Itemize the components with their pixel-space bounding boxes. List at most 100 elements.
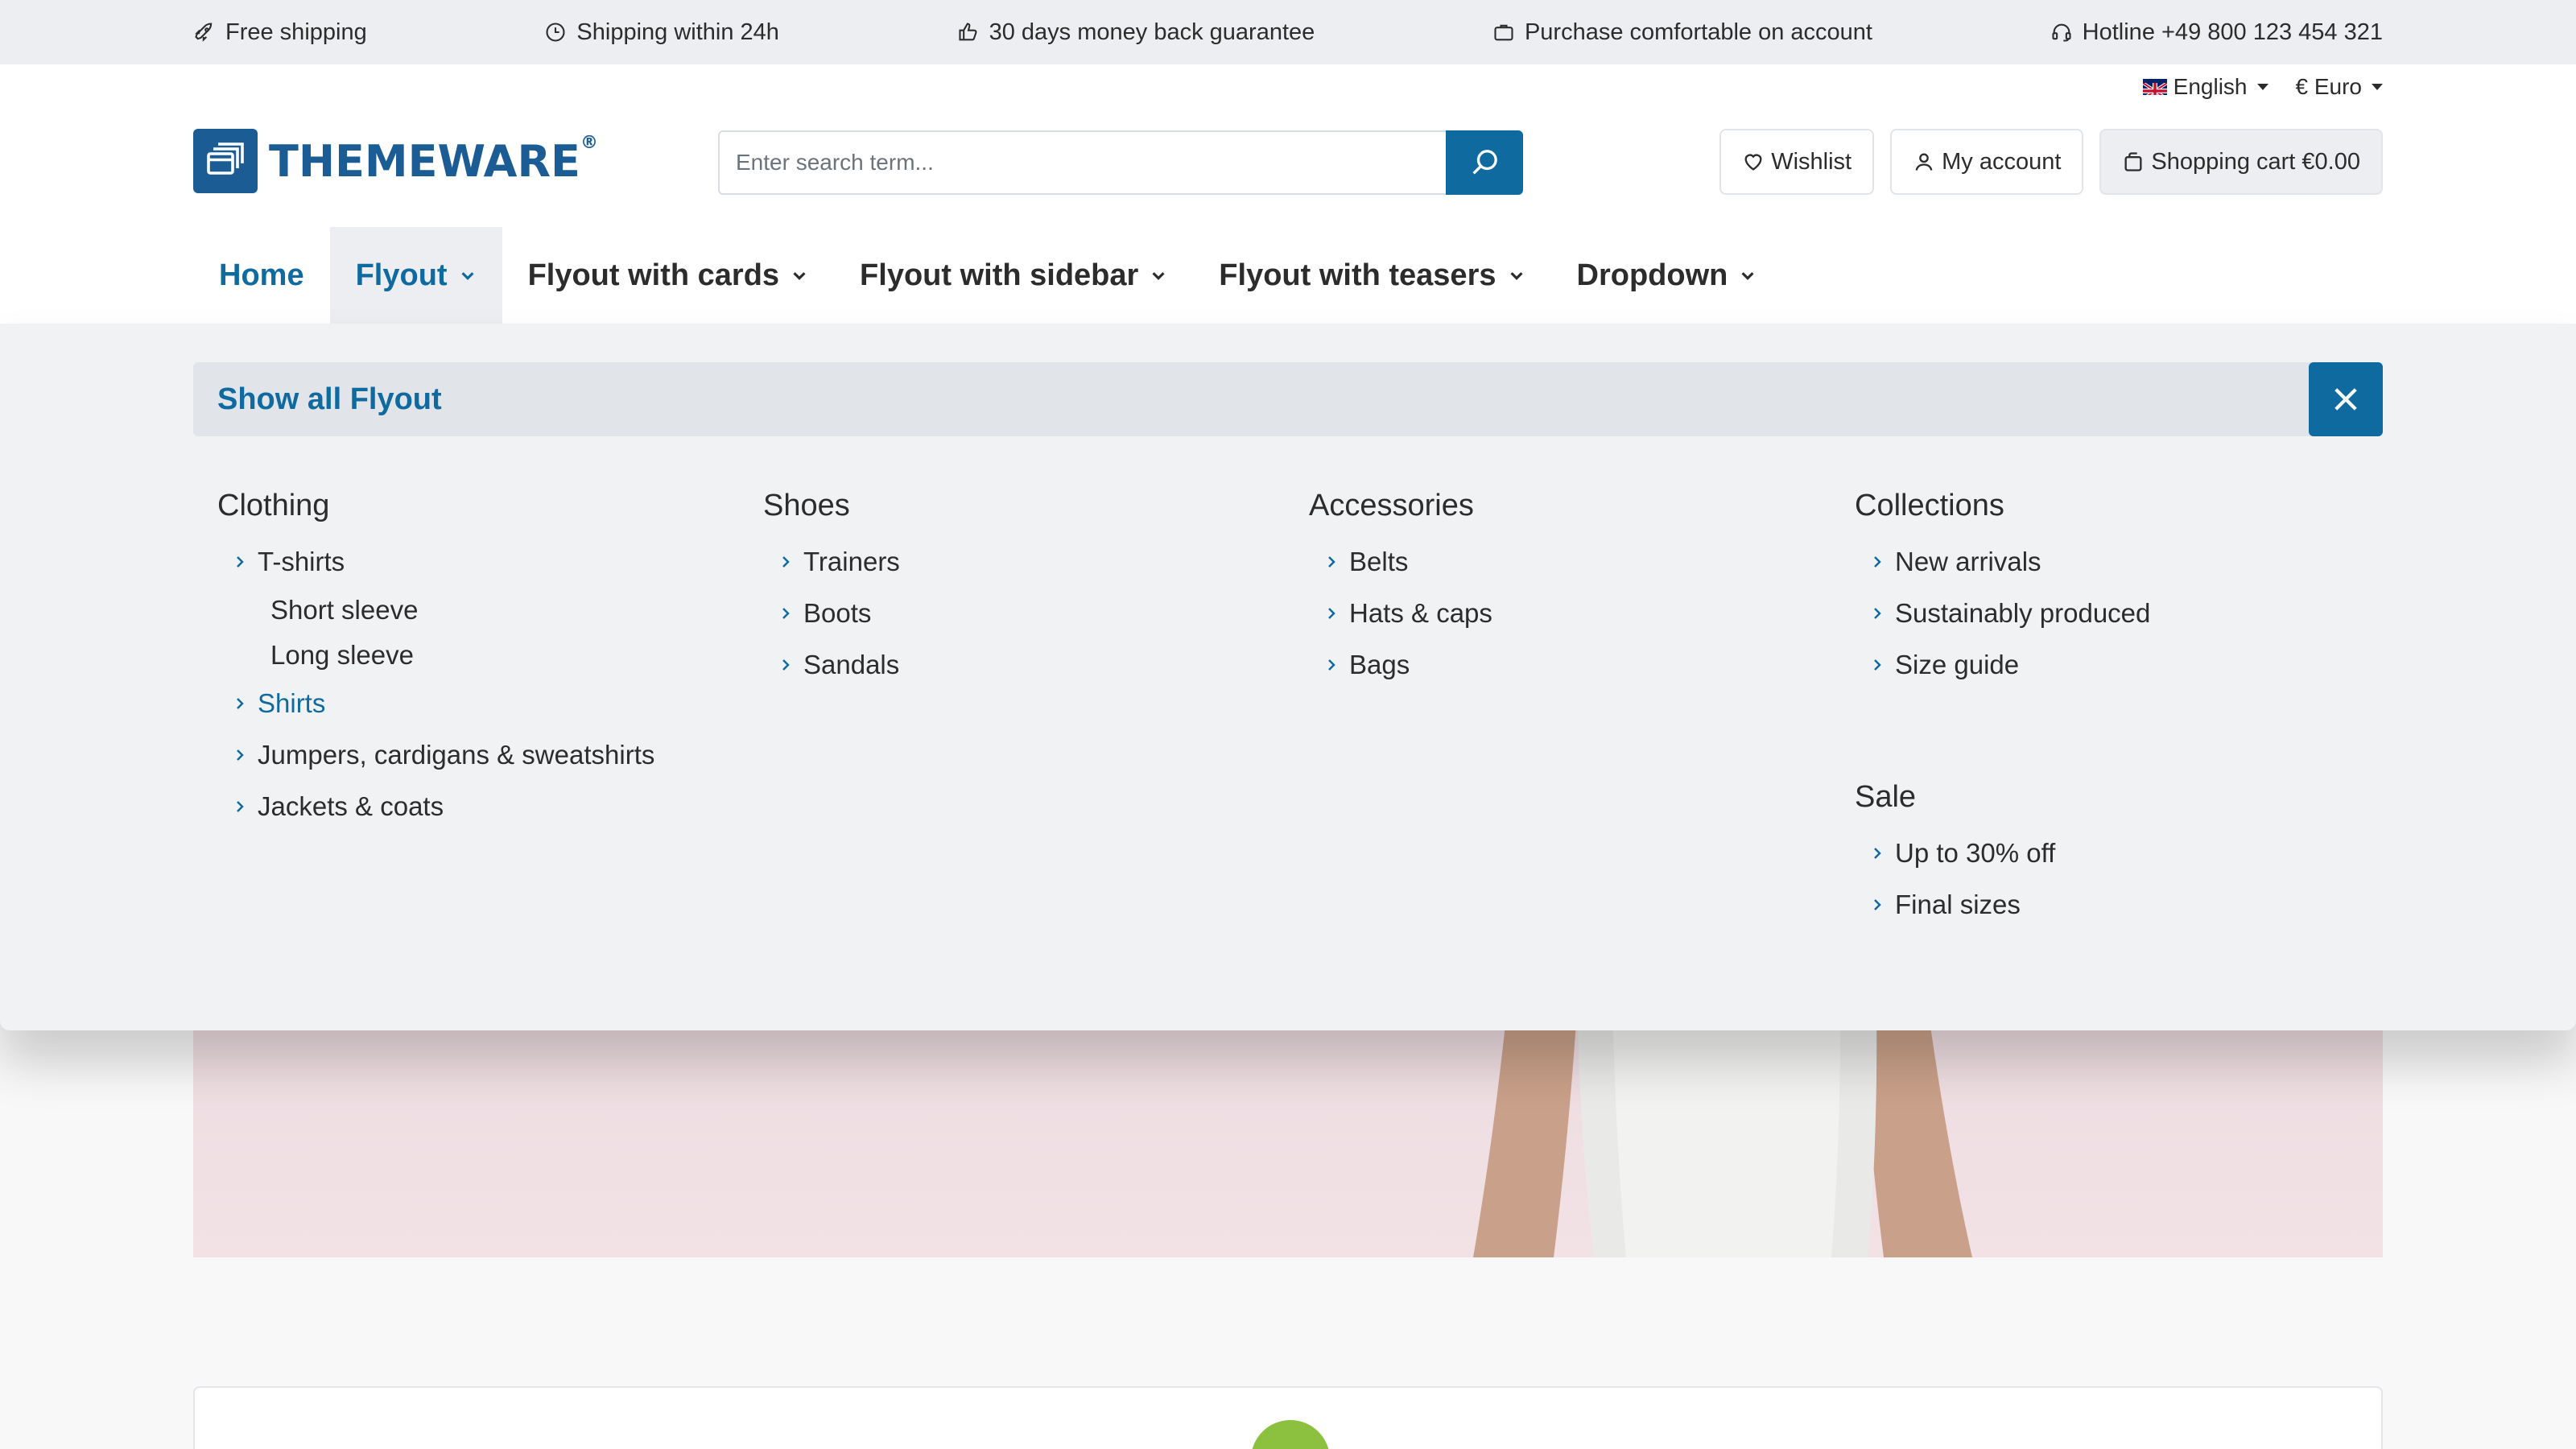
category-title[interactable]: Shoes bbox=[763, 485, 1278, 526]
category-title[interactable]: Collections bbox=[1855, 485, 2370, 526]
chevron-right-icon bbox=[1874, 848, 1881, 859]
sub-list-item[interactable]: Long sleeve bbox=[217, 633, 733, 678]
list-item[interactable]: Hats & caps bbox=[1309, 588, 1824, 639]
chevron-right-icon bbox=[1874, 556, 1881, 568]
list-item-label: Sustainably produced bbox=[1895, 598, 2151, 628]
show-all-link[interactable]: Show all Flyout bbox=[217, 382, 442, 417]
chevron-right-icon bbox=[1874, 659, 1881, 671]
list-item-label: Belts bbox=[1349, 547, 1409, 576]
list-item[interactable]: Shirts bbox=[217, 678, 733, 729]
category-title[interactable]: Clothing bbox=[217, 485, 733, 526]
search-icon bbox=[1472, 150, 1497, 175]
nav-label: Dropdown bbox=[1576, 258, 1728, 292]
usp-item-shipping-24h: Shipping within 24h bbox=[544, 19, 779, 46]
briefcase-icon bbox=[1494, 24, 1513, 41]
list-item[interactable]: Boots bbox=[763, 588, 1278, 639]
rocket-icon bbox=[195, 23, 213, 42]
caret-down-icon bbox=[2256, 84, 2268, 90]
usp-label: Shipping within 24h bbox=[576, 19, 779, 45]
logo-icon bbox=[193, 129, 258, 193]
headset-icon bbox=[2052, 23, 2071, 42]
list-item-label: New arrivals bbox=[1895, 547, 2041, 576]
chevron-down-icon bbox=[793, 272, 806, 280]
nav-item-home[interactable]: Home bbox=[193, 227, 330, 324]
nav-item-flyout[interactable]: Flyout bbox=[329, 227, 502, 324]
shopping-bag-icon bbox=[2124, 152, 2142, 171]
search-input[interactable] bbox=[718, 130, 1446, 195]
usp-label: Free shipping bbox=[225, 19, 367, 45]
usp-label: 30 days money back guarantee bbox=[989, 19, 1315, 45]
header: English € Euro THEMEWARE® Wishlist bbox=[0, 64, 2576, 324]
nav-item-flyout-teasers[interactable]: Flyout with teasers bbox=[1193, 227, 1550, 324]
list-item[interactable]: Final sizes bbox=[1855, 879, 2370, 931]
list-item[interactable]: Jumpers, cardigans & sweatshirts bbox=[217, 729, 733, 781]
sub-list-item[interactable]: Short sleeve bbox=[217, 588, 733, 633]
my-account-label: My account bbox=[1942, 148, 2062, 175]
search-bar bbox=[718, 130, 1523, 195]
list-item-label: Shirts bbox=[258, 688, 326, 718]
content-card bbox=[193, 1386, 2383, 1449]
chevron-right-icon bbox=[237, 749, 244, 761]
nav-label: Home bbox=[219, 258, 304, 292]
list-item[interactable]: Bags bbox=[1309, 639, 1824, 691]
nav-label: Flyout with cards bbox=[527, 258, 780, 292]
list-item-label: Final sizes bbox=[1895, 890, 2021, 919]
badge-icon bbox=[1251, 1420, 1330, 1449]
list-item[interactable]: Sustainably produced bbox=[1855, 588, 2370, 639]
chevron-right-icon bbox=[237, 556, 244, 568]
main-nav: Home Flyout Flyout with cards Flyout wit… bbox=[193, 227, 1782, 324]
chevron-right-icon bbox=[1874, 899, 1881, 910]
list-item-label: Boots bbox=[803, 598, 872, 628]
search-button[interactable] bbox=[1446, 130, 1523, 195]
usp-label: Purchase comfortable on account bbox=[1524, 19, 1872, 45]
language-selector[interactable]: English bbox=[2142, 74, 2268, 100]
list-item-label: Sandals bbox=[803, 650, 900, 679]
list-item-label: Up to 30% off bbox=[1895, 838, 2056, 868]
list-item[interactable]: Sandals bbox=[763, 639, 1278, 691]
usp-bar: Free shipping Shipping within 24h 30 day… bbox=[0, 0, 2576, 64]
category-title[interactable]: Accessories bbox=[1309, 485, 1824, 526]
category-title[interactable]: Sale bbox=[1855, 776, 2370, 818]
usp-item-account-purchase: Purchase comfortable on account bbox=[1492, 19, 1872, 46]
list-item[interactable]: Size guide bbox=[1855, 639, 2370, 691]
flyout-column-collections: Collections New arrivals Sustainably pro… bbox=[1855, 485, 2370, 691]
flyout-panel: Show all Flyout Clothing T-shirts Short … bbox=[0, 324, 2576, 1030]
nav-label: Flyout bbox=[355, 258, 448, 292]
nav-item-dropdown[interactable]: Dropdown bbox=[1551, 227, 1783, 324]
list-item[interactable]: T-shirts bbox=[217, 536, 733, 588]
currency-selector[interactable]: € Euro bbox=[2296, 74, 2383, 100]
usp-item-hotline: Hotline +49 800 123 454 321 bbox=[2050, 19, 2383, 46]
close-button[interactable] bbox=[2309, 362, 2383, 436]
list-item-label: Jackets & coats bbox=[258, 791, 444, 821]
list-item[interactable]: Trainers bbox=[763, 536, 1278, 588]
flyout-column-accessories: Accessories Belts Hats & caps Bags bbox=[1309, 485, 1824, 691]
nav-label: Flyout with sidebar bbox=[860, 258, 1139, 292]
close-icon bbox=[2334, 388, 2357, 411]
list-item[interactable]: Belts bbox=[1309, 536, 1824, 588]
list-item[interactable]: Jackets & coats bbox=[217, 781, 733, 832]
chevron-down-icon bbox=[1152, 272, 1165, 280]
header-actions: Wishlist My account Shopping cart €0.00 bbox=[1719, 129, 2383, 195]
shopping-cart-button[interactable]: Shopping cart €0.00 bbox=[2099, 129, 2383, 195]
wishlist-button[interactable]: Wishlist bbox=[1719, 129, 1875, 195]
flyout-show-all-bar[interactable]: Show all Flyout bbox=[193, 362, 2383, 436]
flyout-column-clothing: Clothing T-shirts Short sleeve Long slee… bbox=[217, 485, 733, 832]
nav-item-flyout-cards[interactable]: Flyout with cards bbox=[502, 227, 834, 324]
logo-text: THEMEWARE ® bbox=[269, 132, 598, 187]
list-item-label: T-shirts bbox=[258, 547, 345, 576]
thumbs-up-icon bbox=[959, 23, 977, 41]
language-label: English bbox=[2173, 74, 2248, 99]
list-item-label: Bags bbox=[1349, 650, 1410, 679]
list-item[interactable]: Up to 30% off bbox=[1855, 828, 2370, 879]
list-item[interactable]: New arrivals bbox=[1855, 536, 2370, 588]
chevron-right-icon bbox=[1328, 608, 1335, 619]
logo[interactable]: THEMEWARE ® bbox=[193, 129, 598, 193]
wishlist-label: Wishlist bbox=[1771, 148, 1852, 175]
usp-item-money-back: 30 days money back guarantee bbox=[957, 19, 1315, 46]
nav-item-flyout-sidebar[interactable]: Flyout with sidebar bbox=[834, 227, 1193, 324]
chevron-right-icon bbox=[1328, 659, 1335, 671]
chevron-down-icon bbox=[461, 272, 474, 280]
flyout-column-sale: Sale Up to 30% off Final sizes bbox=[1855, 776, 2370, 931]
my-account-button[interactable]: My account bbox=[1890, 129, 2084, 195]
list-item-label: Trainers bbox=[803, 547, 900, 576]
